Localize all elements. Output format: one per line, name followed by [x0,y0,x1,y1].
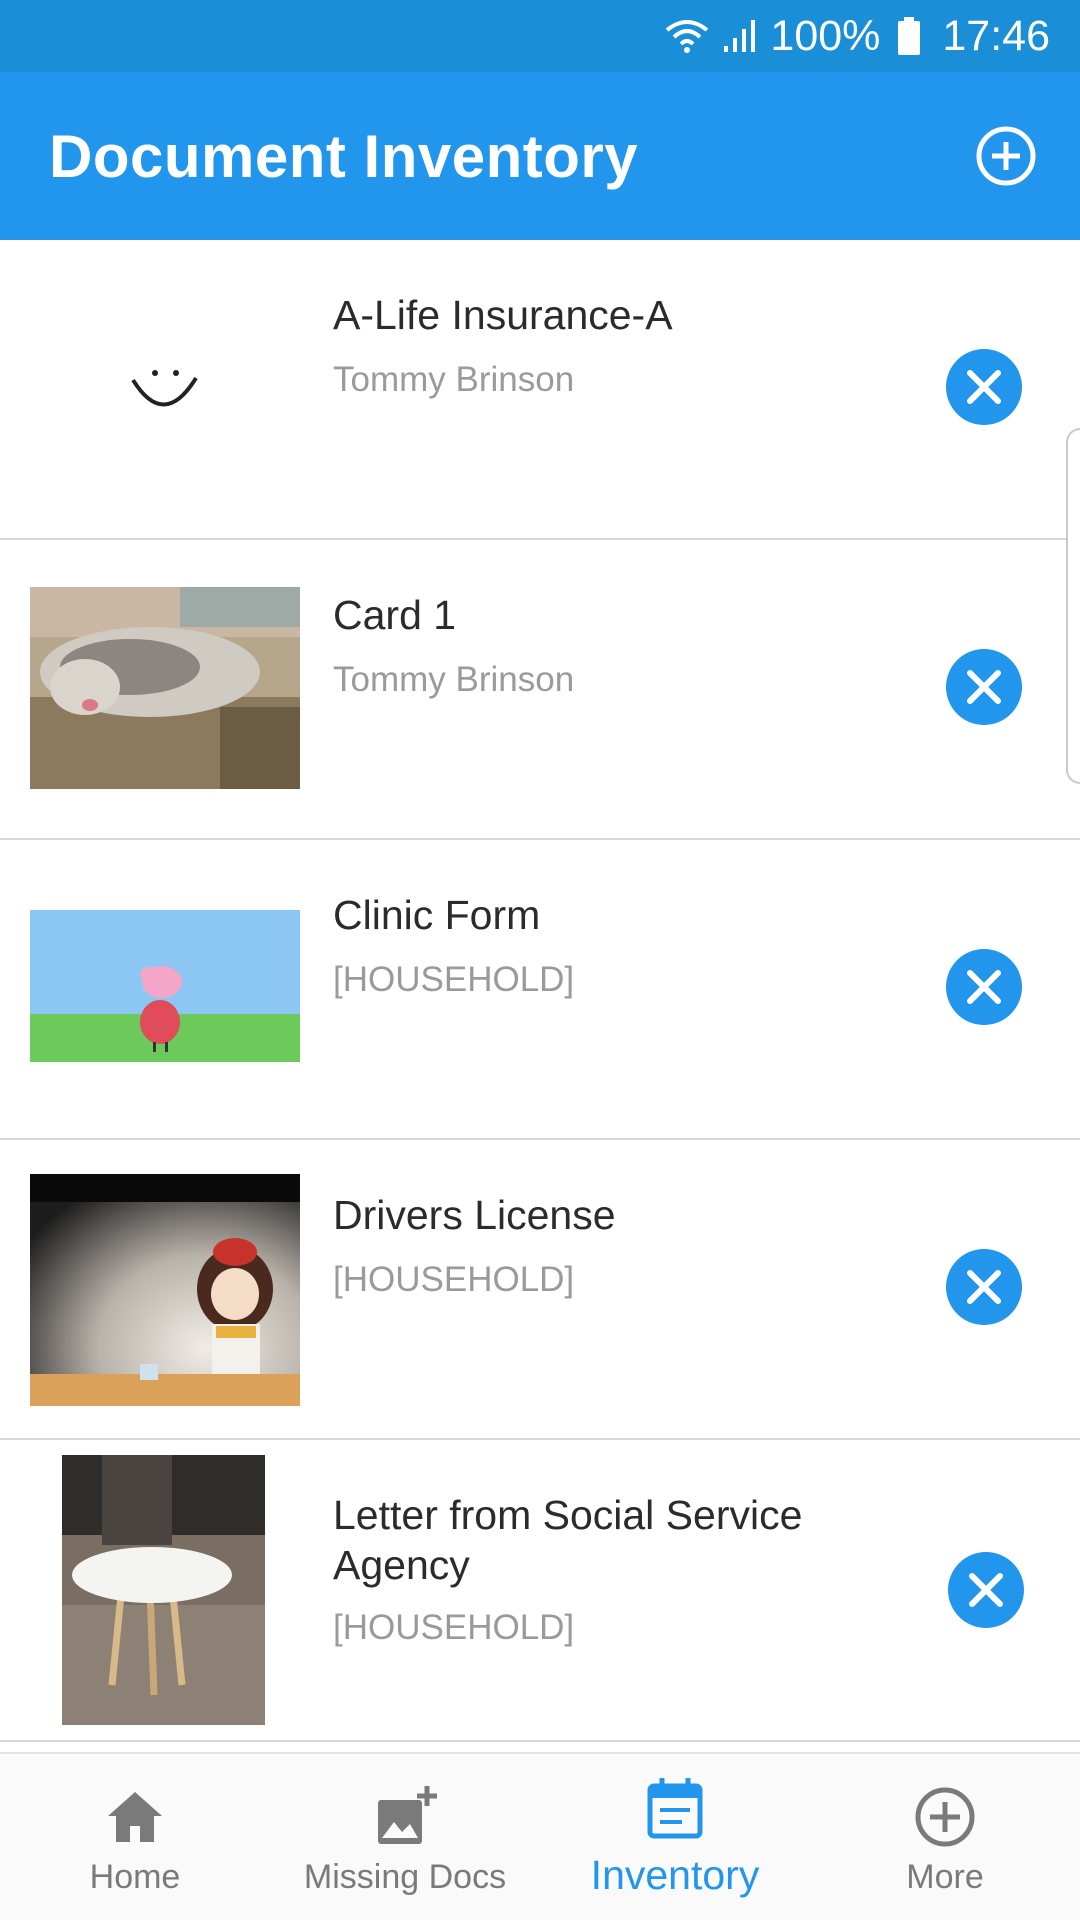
page-title: Document Inventory [49,122,639,190]
nav-label: Home [89,1858,181,1896]
cartoon-pig-on-grass [30,910,300,1062]
document-owner: Tommy Brinson [333,660,575,699]
app-bar: Document Inventory [0,72,1080,240]
nav-label: More [906,1858,984,1896]
nav-item-home[interactable]: Home [0,1754,270,1922]
list-item[interactable]: Drivers License [HOUSEHOLD] [0,1140,1080,1440]
document-thumbnail [30,587,300,789]
delete-button[interactable] [948,1552,1024,1628]
document-owner: [HOUSEHOLD] [333,1608,575,1647]
nav-label: Missing Docs [303,1858,507,1896]
round-table-photo [62,1455,265,1725]
battery-icon [898,17,921,55]
nav-item-missing-docs[interactable]: Missing Docs [270,1754,540,1922]
delete-button[interactable] [946,649,1022,725]
document-owner: Tommy Brinson [333,360,575,399]
document-title: Clinic Form [333,892,541,938]
list-item[interactable]: A-Life Insurance-A Tommy Brinson [0,240,1080,540]
delete-button[interactable] [946,349,1022,425]
document-title: A-Life Insurance-A [333,292,673,338]
list-item[interactable]: Letter from Social Service Agency [HOUSE… [0,1440,1080,1742]
close-icon [967,370,1001,404]
illustrated-girl-with-cup [30,1174,300,1406]
list-item[interactable]: Card 1 Tommy Brinson [0,540,1080,840]
bottom-navigation: Home Missing Docs Inventory More [0,1752,1080,1920]
wifi-icon [666,20,709,53]
add-circle-outline-icon [915,1787,975,1847]
document-title: Card 1 [333,592,457,638]
scrollbar-handle[interactable] [1066,428,1080,784]
document-thumbnail [30,1174,300,1406]
clock: 17:46 [942,11,1050,60]
close-icon [969,1573,1003,1607]
smiley-sketch-image [30,290,300,490]
nav-item-inventory[interactable]: Inventory [540,1754,810,1922]
calendar-list-icon [647,1778,703,1839]
document-list: A-Life Insurance-A Tommy Brinson Card 1 … [0,240,1080,1742]
delete-button[interactable] [946,949,1022,1025]
document-thumbnail [62,1455,265,1725]
close-icon [967,970,1001,1004]
add-circle-icon [976,126,1036,186]
home-icon [108,1792,162,1842]
document-owner: [HOUSEHOLD] [333,1260,575,1299]
status-bar: 100% 17:46 [0,0,1080,72]
signal-icon [724,20,756,52]
document-thumbnail [30,290,300,490]
document-title: Letter from Social Service Agency [333,1492,803,1588]
list-item[interactable]: Clinic Form [HOUSEHOLD] [0,840,1080,1140]
add-document-button[interactable] [974,124,1038,188]
close-icon [967,670,1001,704]
cat-in-box-photo [30,587,300,789]
battery-percent: 100% [770,11,881,60]
delete-button[interactable] [946,1249,1022,1325]
document-title: Drivers License [333,1192,616,1238]
document-thumbnail [30,910,300,1062]
document-owner: [HOUSEHOLD] [333,960,575,999]
close-icon [967,1270,1001,1304]
nav-label: Inventory [590,1852,760,1898]
nav-item-more[interactable]: More [810,1754,1080,1922]
status-icons: 100% 17:46 [664,12,1050,61]
add-photo-icon [378,1786,437,1844]
